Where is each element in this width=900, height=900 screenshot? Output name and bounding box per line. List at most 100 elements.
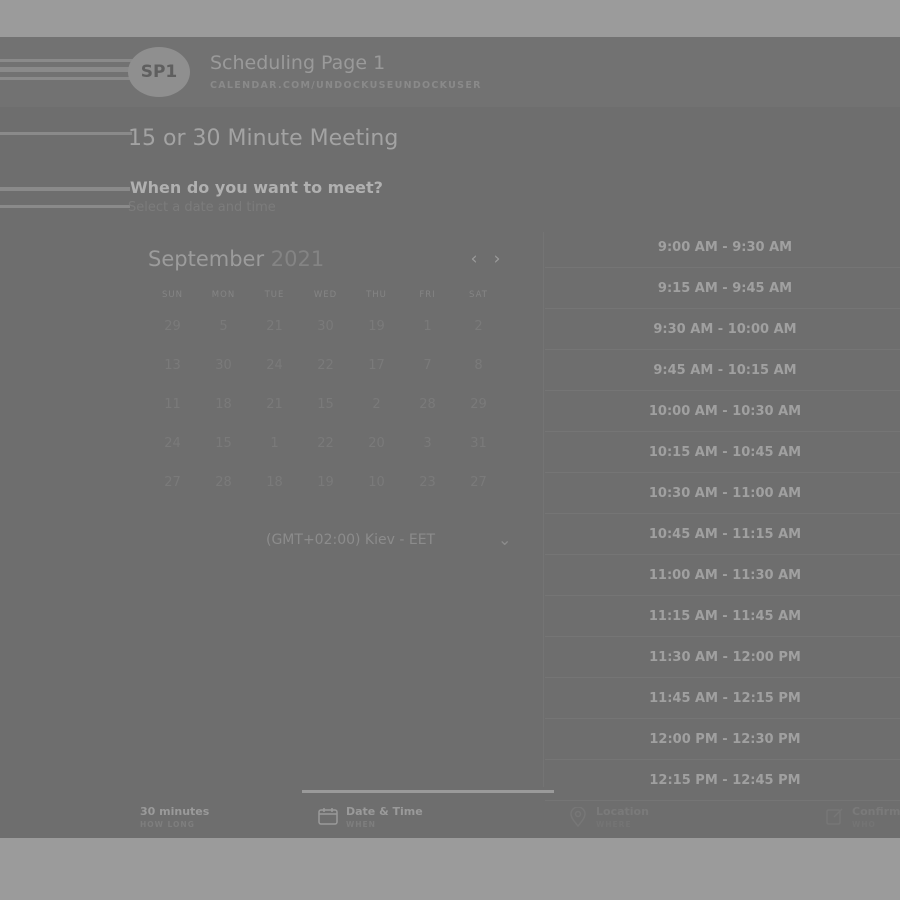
calendar-day[interactable]: 24 — [147, 436, 198, 451]
calendar-day[interactable]: 8 — [453, 358, 504, 373]
weekday-label: WED — [313, 290, 338, 300]
step-confirm[interactable]: Confirm WHO — [826, 805, 900, 829]
time-slot-list: 9:00 AM - 9:30 AM 9:15 AM - 9:45 AM 9:30… — [545, 227, 900, 801]
calendar-day[interactable]: 10 — [351, 475, 402, 490]
calendar-grid: 29 5 21 30 19 1 2 13 30 24 22 17 7 8 11 … — [147, 307, 504, 502]
time-slot[interactable]: 9:15 AM - 9:45 AM — [545, 268, 900, 309]
calendar-day[interactable]: 24 — [249, 358, 300, 373]
section-subtitle: Select a date and time — [128, 200, 276, 215]
year-label: 2021 — [270, 247, 325, 271]
location-pin-icon — [570, 807, 586, 827]
calendar-day[interactable]: 22 — [300, 436, 351, 451]
calendar-day[interactable]: 11 — [147, 397, 198, 412]
active-step-indicator — [302, 790, 554, 793]
calendar-day[interactable]: 5 — [198, 319, 249, 334]
motion-streak — [0, 67, 140, 72]
step-title: Location — [596, 805, 649, 818]
calendar-day[interactable]: 13 — [147, 358, 198, 373]
weekday-label: THU — [366, 290, 387, 300]
calendar-day[interactable]: 15 — [198, 436, 249, 451]
step-subtitle: WHERE — [596, 820, 632, 829]
time-slot[interactable]: 11:30 AM - 12:00 PM — [545, 637, 900, 678]
calendar-day[interactable]: 30 — [198, 358, 249, 373]
time-slot[interactable]: 10:30 AM - 11:00 AM — [545, 473, 900, 514]
timezone-label: (GMT+02:00) Kiev - EET — [266, 532, 436, 548]
time-slot[interactable]: 11:45 AM - 12:15 PM — [545, 678, 900, 719]
step-duration[interactable]: 30 minutes HOW LONG — [140, 805, 209, 829]
time-slot[interactable]: 11:15 AM - 11:45 AM — [545, 596, 900, 637]
chevron-down-icon: ⌄ — [498, 530, 512, 549]
meeting-title: 15 or 30 Minute Meeting — [128, 126, 399, 151]
chevron-right-icon: › — [493, 249, 501, 269]
weekday-label: MON — [211, 290, 236, 300]
calendar-week: 27 28 18 19 10 23 27 — [147, 463, 504, 502]
time-slot[interactable]: 9:30 AM - 10:00 AM — [545, 309, 900, 350]
calendar-week: 13 30 24 22 17 7 8 — [147, 346, 504, 385]
step-title: 30 minutes — [140, 805, 210, 818]
calendar-day[interactable]: 18 — [198, 397, 249, 412]
avatar: SP1 — [128, 47, 190, 97]
month-label: September — [148, 247, 265, 271]
date-picker: September 2021 ‹ › SUN MON TUE WED THU F… — [140, 233, 522, 523]
step-subtitle: WHO — [852, 820, 876, 829]
time-slot[interactable]: 10:00 AM - 10:30 AM — [545, 391, 900, 432]
calendar-day[interactable]: 29 — [147, 319, 198, 334]
time-slot[interactable]: 9:00 AM - 9:30 AM — [545, 227, 900, 268]
booking-steps: 30 minutes HOW LONG Date & Time WHEN Loc… — [0, 785, 900, 838]
calendar-day[interactable]: 27 — [147, 475, 198, 490]
calendar-day[interactable]: 7 — [402, 358, 453, 373]
motion-streak — [0, 59, 150, 62]
weekday-label: FRI — [419, 290, 436, 300]
calendar-day[interactable]: 21 — [249, 319, 300, 334]
calendar-day[interactable]: 2 — [453, 319, 504, 334]
calendar-day[interactable]: 17 — [351, 358, 402, 373]
timezone-select[interactable]: (GMT+02:00) Kiev - EET ⌄ — [266, 530, 516, 549]
calendar-week: 11 18 21 15 2 28 29 — [147, 385, 504, 424]
next-month-button[interactable]: › — [488, 249, 506, 269]
scheduling-page-name: Scheduling Page 1 — [210, 52, 386, 74]
calendar-day[interactable]: 23 — [402, 475, 453, 490]
calendar-day[interactable]: 22 — [300, 358, 351, 373]
calendar-day[interactable]: 2 — [351, 397, 402, 412]
step-location[interactable]: Location WHERE — [570, 805, 649, 829]
calendar-day[interactable]: 1 — [249, 436, 300, 451]
motion-streak — [0, 132, 132, 135]
calendar-day[interactable]: 28 — [402, 397, 453, 412]
calendar-day[interactable]: 31 — [453, 436, 504, 451]
calendar-week: 24 15 1 22 20 3 31 — [147, 424, 504, 463]
calendar-day[interactable]: 18 — [249, 475, 300, 490]
calendar-week: 29 5 21 30 19 1 2 — [147, 307, 504, 346]
calendar-day[interactable]: 3 — [402, 436, 453, 451]
step-title: Date & Time — [346, 805, 423, 818]
time-slot[interactable]: 9:45 AM - 10:15 AM — [545, 350, 900, 391]
calendar-day[interactable]: 19 — [351, 319, 402, 334]
time-slot[interactable]: 10:15 AM - 10:45 AM — [545, 432, 900, 473]
scheduling-page-url[interactable]: CALENDAR.COM/UNDOCKUSEUNDOCKUSER — [210, 80, 482, 91]
time-slot[interactable]: 11:00 AM - 11:30 AM — [545, 555, 900, 596]
calendar-day[interactable]: 1 — [402, 319, 453, 334]
edit-icon — [826, 808, 843, 825]
step-date-time[interactable]: Date & Time WHEN — [318, 805, 423, 829]
calendar-day[interactable]: 27 — [453, 475, 504, 490]
step-title: Confirm — [852, 805, 900, 818]
weekday-label: SAT — [469, 290, 488, 300]
scheduling-modal: SP1 Scheduling Page 1 CALENDAR.COM/UNDOC… — [0, 37, 900, 838]
calendar-day[interactable]: 20 — [351, 436, 402, 451]
calendar-day[interactable]: 21 — [249, 397, 300, 412]
calendar-day[interactable]: 19 — [300, 475, 351, 490]
time-slot[interactable]: 12:00 PM - 12:30 PM — [545, 719, 900, 760]
weekday-header: SUN MON TUE WED THU FRI SAT — [147, 290, 504, 300]
calendar-day[interactable]: 15 — [300, 397, 351, 412]
calendar-icon — [318, 808, 338, 825]
calendar-day[interactable]: 28 — [198, 475, 249, 490]
weekday-label: TUE — [264, 290, 285, 300]
section-title: When do you want to meet? — [130, 178, 383, 197]
chevron-left-icon: ‹ — [470, 249, 478, 269]
time-slot[interactable]: 10:45 AM - 11:15 AM — [545, 514, 900, 555]
prev-month-button[interactable]: ‹ — [465, 249, 483, 269]
motion-streak — [0, 187, 130, 191]
motion-streak — [0, 205, 130, 208]
calendar-day[interactable]: 30 — [300, 319, 351, 334]
calendar-day[interactable]: 29 — [453, 397, 504, 412]
column-divider — [543, 232, 544, 787]
